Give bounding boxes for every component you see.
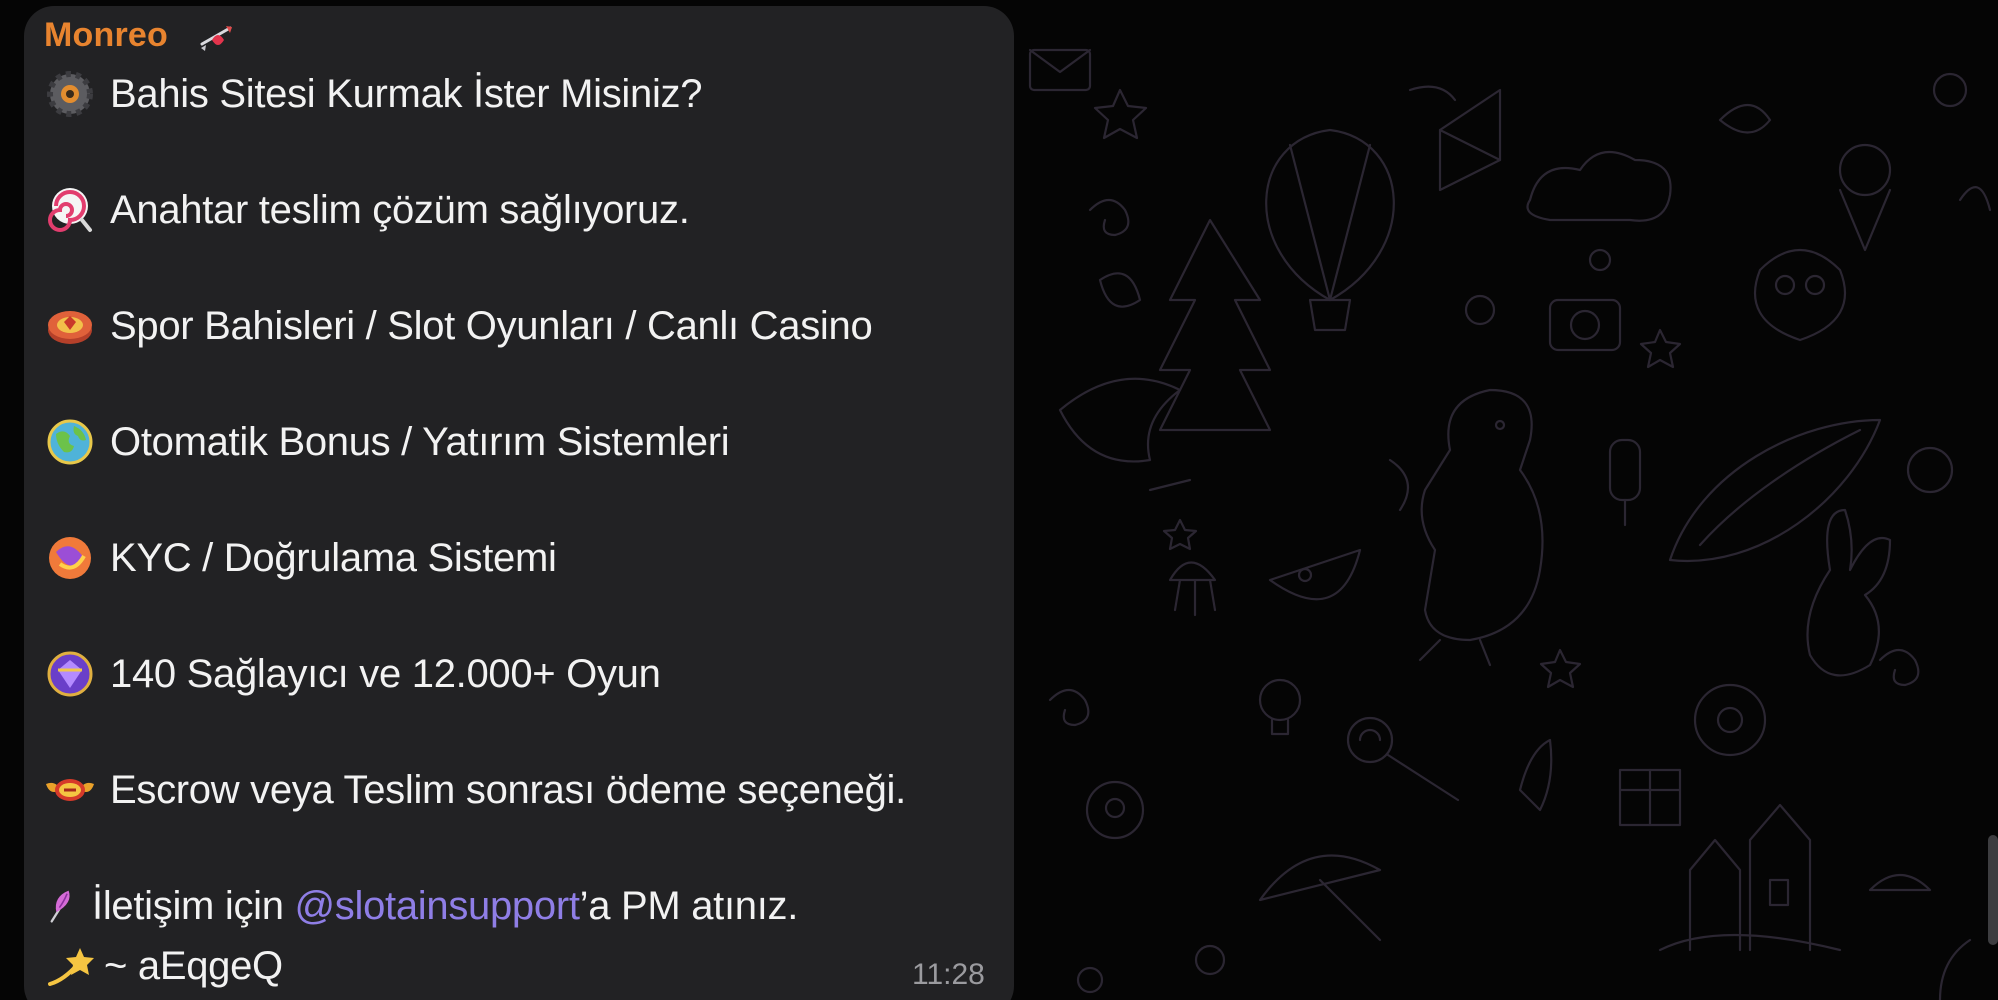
signature-line: ~ aEqgeQ	[44, 938, 283, 994]
feather-quill-icon	[50, 890, 70, 923]
globe-icon	[47, 419, 93, 465]
message-line-text: KYC / Doğrulama Sistemi	[110, 535, 557, 580]
lollipop-icon	[48, 188, 92, 232]
message-line-6: 140 Sağlayıcı ve 12.000+ Oyun	[44, 646, 661, 702]
message-line-7: Escrow veya Teslim sonrası ödeme seçeneğ…	[44, 762, 906, 818]
mention-link[interactable]: @slotainsupport	[295, 884, 580, 928]
gold-wings-badge-icon	[46, 779, 94, 801]
message-line-3: Spor Bahisleri / Slot Oyunları / Canlı C…	[44, 298, 873, 354]
casino-chip-icon	[48, 311, 92, 344]
message-line-text: Spor Bahisleri / Slot Oyunları / Canlı C…	[110, 303, 873, 348]
message-line-2: Anahtar teslim çözüm sağlıyoruz.	[44, 182, 690, 238]
cupid-arrow-badge-icon	[200, 26, 232, 51]
message-timestamp: 11:28	[912, 958, 985, 991]
signature-text: ~ aEqgeQ	[104, 943, 283, 988]
message-line-text: 140 Sağlayıcı ve 12.000+ Oyun	[110, 651, 661, 696]
dizzy-star-icon	[48, 948, 94, 986]
message-line-1: Bahis Sitesi Kurmak İster Misiniz?	[44, 66, 703, 122]
gear-coin-icon	[47, 71, 93, 117]
message-line-text: Anahtar teslim çözüm sağlıyoruz.	[110, 187, 690, 232]
message-line-text: Otomatik Bonus / Yatırım Sistemleri	[110, 419, 730, 464]
message-bubble[interactable]	[24, 6, 1014, 1000]
contact-suffix: ’a PM atınız.	[579, 883, 799, 928]
scrollbar-thumb[interactable]	[1988, 835, 1998, 945]
message-line-text: Bahis Sitesi Kurmak İster Misiniz?	[110, 71, 703, 116]
contact-prefix: İletişim için	[92, 883, 295, 928]
message-line-4: Otomatik Bonus / Yatırım Sistemleri	[44, 414, 730, 470]
sender-name[interactable]: Monreo	[44, 16, 168, 55]
message-line-5: KYC / Doğrulama Sistemi	[44, 530, 557, 586]
swirl-badge-icon	[49, 537, 91, 579]
contact-line: İletişim için @slotainsupport’a PM atını…	[44, 878, 798, 934]
purple-gem-icon	[47, 651, 93, 697]
message-line-text: Escrow veya Teslim sonrası ödeme seçeneğ…	[110, 767, 906, 812]
